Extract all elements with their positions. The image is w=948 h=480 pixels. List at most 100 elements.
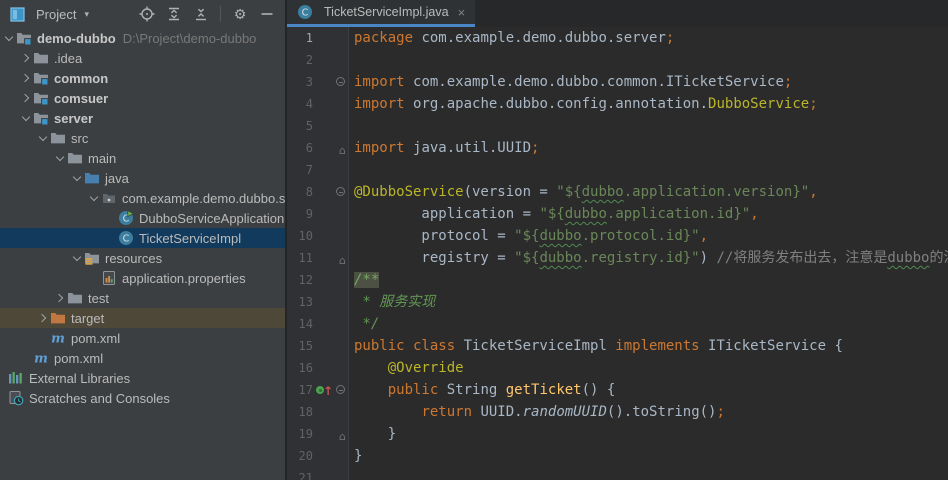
line-number: 10 xyxy=(287,225,313,247)
code-line-20[interactable]: 20} xyxy=(287,445,948,467)
code-line-6[interactable]: 6⌂import java.util.UUID; xyxy=(287,137,948,159)
tree-indent-slot xyxy=(19,75,33,81)
tree-row-main[interactable]: main xyxy=(0,148,285,168)
fold-start-icon[interactable] xyxy=(336,77,345,86)
chevron-down-icon: ▾ xyxy=(84,9,89,20)
line-number: 7 xyxy=(287,159,313,181)
svg-text:C: C xyxy=(123,234,130,245)
tree-row-src[interactable]: src xyxy=(0,128,285,148)
collapse-all-icon[interactable] xyxy=(193,6,209,22)
code-token: 的注解 xyxy=(930,250,948,266)
expand-all-icon[interactable] xyxy=(166,6,182,22)
project-panel-header: Project ▾ ⚙ xyxy=(0,0,285,28)
project-view-dropdown[interactable]: Project ▾ xyxy=(9,6,89,22)
code-token: ; xyxy=(666,30,674,46)
tree-row-ticketserviceimpl[interactable]: CTicketServiceImpl xyxy=(0,228,285,248)
tree-row-target[interactable]: target xyxy=(0,308,285,328)
chevron-down-icon[interactable] xyxy=(22,112,30,120)
tree-row-resources[interactable]: resources xyxy=(0,248,285,268)
code-token: .application.version}" xyxy=(624,184,809,200)
chevron-down-icon[interactable] xyxy=(56,152,64,160)
hide-icon[interactable] xyxy=(259,6,275,22)
chevron-down-icon[interactable] xyxy=(73,252,81,260)
gutter-markers xyxy=(313,225,348,247)
code-line-18[interactable]: 18 return UUID.randomUUID().toString(); xyxy=(287,401,948,423)
chevron-right-icon[interactable] xyxy=(38,314,46,322)
fold-start-icon[interactable] xyxy=(336,187,345,196)
gutter: 14 xyxy=(287,313,349,335)
tree-row-demo-dubbo[interactable]: demo-dubboD:\Project\demo-dubbo xyxy=(0,28,285,48)
tree-row-test[interactable]: test xyxy=(0,288,285,308)
tree-row--idea[interactable]: .idea xyxy=(0,48,285,68)
code-editor[interactable]: 1package com.example.demo.dubbo.server;2… xyxy=(287,27,948,480)
tree-row-server[interactable]: server xyxy=(0,108,285,128)
tree-row-scratches-and-consoles[interactable]: Scratches and Consoles xyxy=(0,388,285,408)
code-token: java.util.UUID xyxy=(413,140,531,156)
code-text: registry = "${dubbo.registry.id}") //将服务… xyxy=(349,247,948,269)
code-line-5[interactable]: 5 xyxy=(287,115,948,137)
gutter: 9 xyxy=(287,203,349,225)
tab-ticketserviceimpl-java[interactable]: C TicketServiceImpl.java × xyxy=(287,0,475,27)
code-line-13[interactable]: 13 * 服务实现 xyxy=(287,291,948,313)
tree-row-application-properties[interactable]: application.properties xyxy=(0,268,285,288)
chevron-down-icon[interactable] xyxy=(39,132,47,140)
code-line-14[interactable]: 14 */ xyxy=(287,313,948,335)
gutter-markers: ⌂ xyxy=(313,423,348,445)
code-line-7[interactable]: 7 xyxy=(287,159,948,181)
code-line-21[interactable]: 21 xyxy=(287,467,948,480)
chevron-right-icon[interactable] xyxy=(55,294,63,302)
code-line-2[interactable]: 2 xyxy=(287,49,948,71)
class-icon: C xyxy=(297,4,313,20)
tree-item-label: DubboServiceApplication xyxy=(139,211,284,226)
close-icon[interactable]: × xyxy=(458,5,466,20)
code-token: "${ xyxy=(539,206,564,222)
override-method-icon[interactable]: ↑ xyxy=(316,384,332,396)
code-line-1[interactable]: 1package com.example.demo.dubbo.server; xyxy=(287,27,948,49)
line-number: 14 xyxy=(287,313,313,335)
tree-item-label: comsuer xyxy=(54,91,108,106)
chevron-right-icon[interactable] xyxy=(21,94,29,102)
chevron-right-icon[interactable] xyxy=(21,74,29,82)
tree-row-pom-xml[interactable]: mpom.xml xyxy=(0,348,285,368)
code-line-17[interactable]: 17↑ public String getTicket() { xyxy=(287,379,948,401)
chevron-down-icon[interactable] xyxy=(90,192,98,200)
code-line-12[interactable]: 12 /** xyxy=(287,269,948,291)
code-token: import xyxy=(354,74,413,90)
code-token: /** xyxy=(354,272,379,288)
code-line-3[interactable]: 3import com.example.demo.dubbo.common.IT… xyxy=(287,71,948,93)
code-token: (version = xyxy=(464,184,557,200)
chevron-down-icon[interactable] xyxy=(5,32,13,40)
code-token: getTicket xyxy=(506,382,582,398)
tree-row-dubboserviceapplication[interactable]: CDubboServiceApplication xyxy=(0,208,285,228)
settings-icon[interactable]: ⚙ xyxy=(232,6,248,22)
tree-row-java[interactable]: java xyxy=(0,168,285,188)
code-line-16[interactable]: 16 @Override xyxy=(287,357,948,379)
fold-start-icon[interactable] xyxy=(336,385,345,394)
code-token: } xyxy=(354,426,396,442)
svg-text:⚙: ⚙ xyxy=(234,7,247,22)
code-line-10[interactable]: 10 protocol = "${dubbo.protocol.id}", xyxy=(287,225,948,247)
code-line-15[interactable]: 15public class TicketServiceImpl impleme… xyxy=(287,335,948,357)
code-line-19[interactable]: 19⌂ } xyxy=(287,423,948,445)
locate-icon[interactable] xyxy=(139,6,155,22)
tree-row-com-example-demo-dubbo-se[interactable]: com.example.demo.dubbo.se xyxy=(0,188,285,208)
code-line-11[interactable]: 11⌂ registry = "${dubbo.registry.id}") /… xyxy=(287,247,948,269)
code-token: "${ xyxy=(514,228,539,244)
maven-icon: m xyxy=(33,350,49,366)
gutter: 1 xyxy=(287,27,349,49)
tree-row-external-libraries[interactable]: External Libraries xyxy=(0,368,285,388)
code-line-9[interactable]: 9 application = "${dubbo.application.id}… xyxy=(287,203,948,225)
line-number: 12 xyxy=(287,269,313,291)
gutter-markers xyxy=(313,71,348,93)
chevron-down-icon[interactable] xyxy=(73,172,81,180)
tree-row-common[interactable]: common xyxy=(0,68,285,88)
code-line-4[interactable]: 4import org.apache.dubbo.config.annotati… xyxy=(287,93,948,115)
gutter: 19⌂ xyxy=(287,423,349,445)
tree-row-pom-xml[interactable]: mpom.xml xyxy=(0,328,285,348)
chevron-right-icon[interactable] xyxy=(21,54,29,62)
code-line-8[interactable]: 8@DubboService(version = "${dubbo.applic… xyxy=(287,181,948,203)
code-token: ) xyxy=(700,250,717,266)
gutter-markers xyxy=(313,401,348,423)
tree-row-comsuer[interactable]: comsuer xyxy=(0,88,285,108)
tree-item-label: pom.xml xyxy=(71,331,120,346)
